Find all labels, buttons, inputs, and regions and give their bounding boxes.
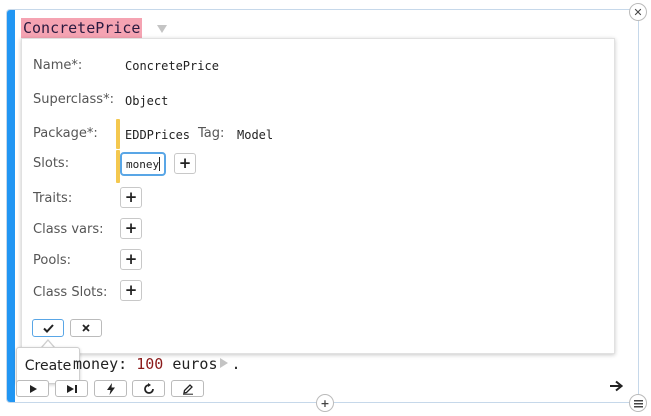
class-vars-label: Class vars: xyxy=(33,222,104,237)
code-keyword: money: xyxy=(73,355,128,373)
package-label: Package*: xyxy=(33,126,98,141)
plus-icon: + xyxy=(124,188,138,206)
package-warning-bar xyxy=(116,119,120,149)
code-period: . xyxy=(231,355,241,373)
profile-button[interactable] xyxy=(132,380,165,397)
play-icon xyxy=(29,384,37,393)
add-snippet-plus-icon[interactable]: + xyxy=(316,394,334,412)
tag-value[interactable]: Model xyxy=(237,128,273,142)
plus-icon: + xyxy=(124,250,138,268)
class-slots-label: Class Slots: xyxy=(33,285,108,300)
class-name-label[interactable]: ConcretePrice xyxy=(21,18,143,38)
expand-right-icon[interactable] xyxy=(219,358,228,368)
add-trait-button[interactable]: + xyxy=(120,187,142,208)
plus-icon: + xyxy=(178,154,192,172)
arrow-right-icon[interactable] xyxy=(609,377,624,392)
play-button[interactable] xyxy=(16,380,49,397)
slots-label: Slots: xyxy=(33,156,70,171)
x-icon xyxy=(82,324,90,332)
add-pool-button[interactable]: + xyxy=(120,249,142,270)
class-definition-panel: Name*: ConcretePrice Superclass*: Object… xyxy=(21,38,615,354)
check-icon xyxy=(42,323,54,333)
pools-label: Pools: xyxy=(33,253,72,268)
selection-bar xyxy=(7,10,15,402)
close-icon[interactable]: ✕ xyxy=(629,3,647,21)
code-snippet[interactable]: money: 100 euros. xyxy=(73,355,241,375)
superclass-label: Superclass*: xyxy=(33,92,114,107)
debug-button[interactable] xyxy=(94,380,127,397)
code-unit: euros xyxy=(172,355,218,373)
add-slot-button[interactable]: + xyxy=(174,153,196,174)
plus-icon: + xyxy=(124,281,138,299)
play-step-icon xyxy=(66,384,77,393)
pencil-icon xyxy=(182,383,193,395)
refresh-icon xyxy=(143,382,154,394)
edit-button[interactable] xyxy=(171,380,204,397)
package-value[interactable]: EDDPrices xyxy=(125,128,190,142)
lightning-icon xyxy=(106,382,115,395)
menu-icon[interactable] xyxy=(629,394,647,412)
accept-button[interactable] xyxy=(32,319,64,337)
slot-name-input[interactable]: money xyxy=(120,152,166,176)
code-number: 100 xyxy=(136,355,164,373)
play-inspect-button[interactable] xyxy=(55,380,88,397)
text-cursor xyxy=(159,157,161,171)
superclass-value[interactable]: Object xyxy=(125,94,168,108)
cancel-button[interactable] xyxy=(70,319,102,337)
expand-triangle-icon[interactable] xyxy=(157,25,167,33)
plus-icon: + xyxy=(124,219,138,237)
add-class-slot-button[interactable]: + xyxy=(120,280,142,301)
slot-input-text: money xyxy=(126,158,160,171)
create-tooltip: Create xyxy=(16,347,80,384)
add-class-var-button[interactable]: + xyxy=(120,218,142,239)
tag-label: Tag: xyxy=(198,126,225,141)
name-label: Name*: xyxy=(33,58,83,73)
name-value[interactable]: ConcretePrice xyxy=(125,59,219,73)
traits-label: Traits: xyxy=(33,191,73,206)
